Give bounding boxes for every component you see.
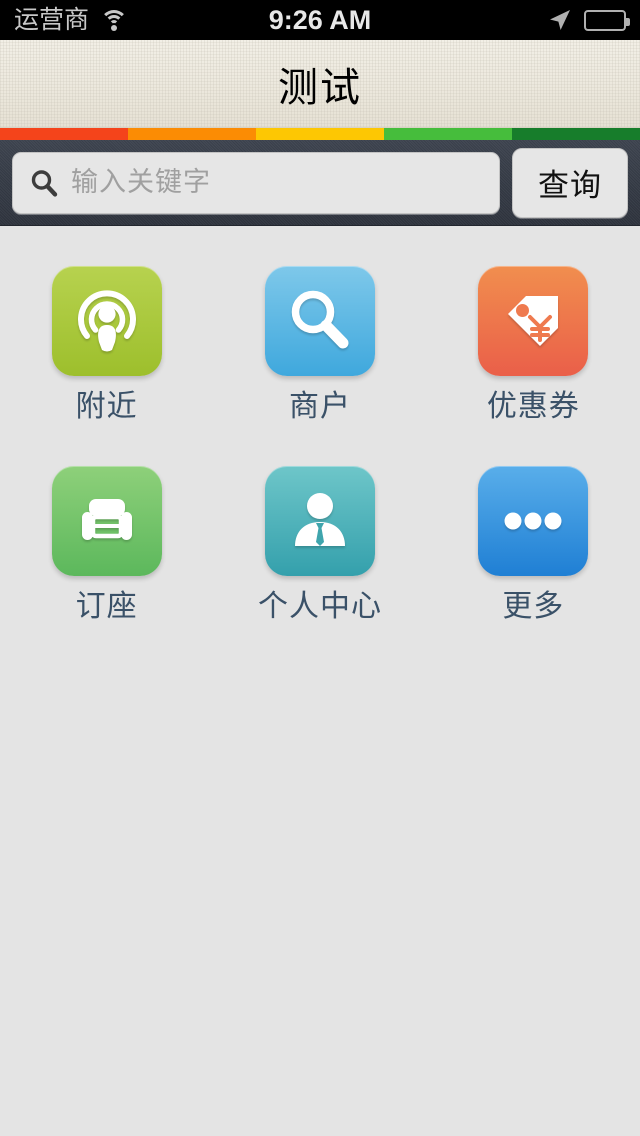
armchair-icon bbox=[70, 484, 144, 558]
reserve-tile[interactable] bbox=[51, 466, 162, 576]
page-title: 测试 bbox=[278, 65, 362, 110]
ellipsis-icon bbox=[496, 484, 570, 558]
person-tie-icon bbox=[283, 484, 357, 558]
search-bar: 输入关键字 查询 bbox=[0, 140, 640, 226]
icon-grid: 附近 商户 优惠券 订座 个人中心 更多 bbox=[0, 226, 640, 622]
grid-item-label: 个人中心 bbox=[257, 590, 382, 623]
grid-item-merchant[interactable]: 商户 bbox=[220, 266, 420, 422]
grid-item-label: 订座 bbox=[75, 590, 138, 623]
search-placeholder: 输入关键字 bbox=[71, 167, 211, 197]
carrier-label: 运营商 bbox=[14, 5, 90, 34]
nearby-signal-person-icon bbox=[70, 284, 144, 358]
status-bar-left: 运营商 bbox=[14, 5, 129, 34]
grid-item-nearby[interactable]: 附近 bbox=[7, 266, 207, 422]
battery-icon bbox=[584, 9, 630, 31]
status-bar-right bbox=[548, 8, 630, 32]
grid-item-coupon[interactable]: 优惠券 bbox=[433, 266, 633, 422]
wifi-icon bbox=[99, 9, 129, 31]
stripe-segment-5 bbox=[512, 128, 640, 140]
status-bar: 运营商 9:26 AM bbox=[0, 0, 640, 40]
stripe-segment-1 bbox=[0, 128, 128, 140]
search-submit-button[interactable]: 查询 bbox=[512, 147, 628, 218]
grid-item-label: 商户 bbox=[288, 390, 351, 423]
grid-item-reserve[interactable]: 订座 bbox=[7, 466, 207, 622]
grid-item-label: 更多 bbox=[502, 590, 565, 623]
stripe-segment-2 bbox=[128, 128, 256, 140]
nearby-tile[interactable] bbox=[51, 266, 162, 376]
app-root: 运营商 9:26 AM 测试 输入关键字 查询 附近 商户 优惠券 订座 个人中… bbox=[0, 0, 640, 1136]
color-stripe bbox=[0, 128, 640, 140]
navigation-bar: 测试 bbox=[0, 40, 640, 128]
grid-item-more[interactable]: 更多 bbox=[433, 466, 633, 622]
grid-item-label: 附近 bbox=[75, 390, 138, 423]
stripe-segment-3 bbox=[256, 128, 384, 140]
search-icon bbox=[29, 168, 59, 198]
price-tag-yen-icon bbox=[496, 284, 570, 358]
location-arrow-icon bbox=[548, 8, 572, 32]
search-input[interactable]: 输入关键字 bbox=[12, 151, 500, 214]
grid-item-label: 优惠券 bbox=[486, 390, 580, 423]
profile-tile[interactable] bbox=[264, 466, 375, 576]
merchant-tile[interactable] bbox=[264, 266, 375, 376]
grid-item-profile[interactable]: 个人中心 bbox=[220, 466, 420, 622]
stripe-segment-4 bbox=[384, 128, 512, 140]
magnifier-icon bbox=[283, 284, 357, 358]
more-tile[interactable] bbox=[478, 466, 589, 576]
coupon-tile[interactable] bbox=[478, 266, 589, 376]
